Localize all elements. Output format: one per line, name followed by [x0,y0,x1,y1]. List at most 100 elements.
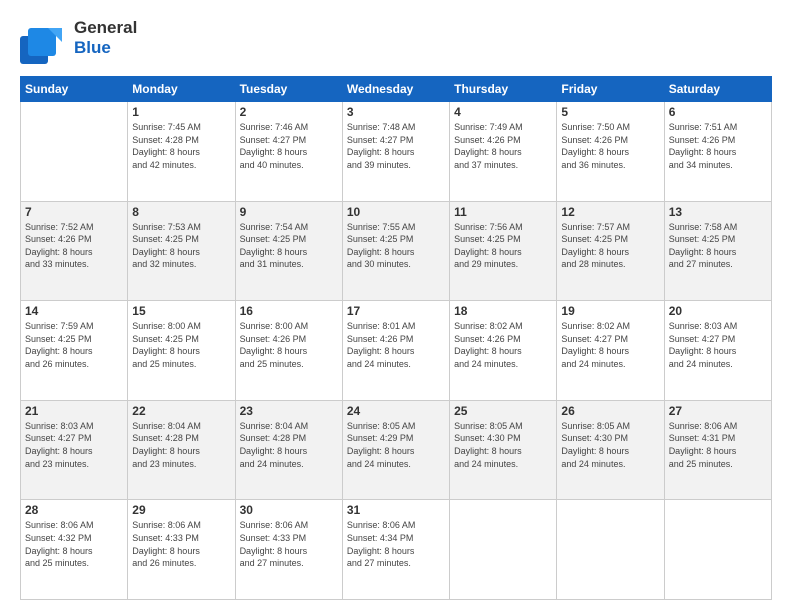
day-info: Sunrise: 8:04 AM Sunset: 4:28 PM Dayligh… [240,420,338,470]
day-info: Sunrise: 8:05 AM Sunset: 4:29 PM Dayligh… [347,420,445,470]
calendar-cell: 31 Sunrise: 8:06 AM Sunset: 4:34 PM Dayli… [342,500,449,600]
calendar-header-friday: Friday [557,77,664,102]
day-number: 30 [240,503,338,517]
calendar-cell: 5 Sunrise: 7:50 AM Sunset: 4:26 PM Daylig… [557,102,664,202]
day-number: 17 [347,304,445,318]
day-info: Sunrise: 7:49 AM Sunset: 4:26 PM Dayligh… [454,121,552,171]
day-info: Sunrise: 8:03 AM Sunset: 4:27 PM Dayligh… [669,320,767,370]
day-info: Sunrise: 8:06 AM Sunset: 4:32 PM Dayligh… [25,519,123,569]
calendar-cell: 30 Sunrise: 8:06 AM Sunset: 4:33 PM Dayli… [235,500,342,600]
logo: General Blue [20,18,137,66]
calendar-cell: 10 Sunrise: 7:55 AM Sunset: 4:25 PM Dayli… [342,201,449,301]
page: General Blue SundayMondayTuesdayWednesda… [0,0,792,612]
calendar-cell: 26 Sunrise: 8:05 AM Sunset: 4:30 PM Dayli… [557,400,664,500]
calendar-header-sunday: Sunday [21,77,128,102]
day-number: 28 [25,503,123,517]
day-number: 25 [454,404,552,418]
calendar-cell: 12 Sunrise: 7:57 AM Sunset: 4:25 PM Dayli… [557,201,664,301]
calendar-cell: 28 Sunrise: 8:06 AM Sunset: 4:32 PM Dayli… [21,500,128,600]
calendar-cell: 6Sunrise: 7:51 AM Sunset: 4:26 PM Daylig… [664,102,771,202]
calendar-row-2: 14Sunrise: 7:59 AM Sunset: 4:25 PM Dayli… [21,301,772,401]
day-number: 16 [240,304,338,318]
day-number: 6 [669,105,767,119]
calendar-cell: 17Sunrise: 8:01 AM Sunset: 4:26 PM Dayli… [342,301,449,401]
day-number: 3 [347,105,445,119]
day-number: 20 [669,304,767,318]
calendar-cell: 9 Sunrise: 7:54 AM Sunset: 4:25 PM Daylig… [235,201,342,301]
calendar-cell [450,500,557,600]
day-number: 5 [561,105,659,119]
day-info: Sunrise: 8:00 AM Sunset: 4:26 PM Dayligh… [240,320,338,370]
day-number: 26 [561,404,659,418]
day-number: 11 [454,205,552,219]
calendar-cell: 3Sunrise: 7:48 AM Sunset: 4:27 PM Daylig… [342,102,449,202]
calendar-cell: 4 Sunrise: 7:49 AM Sunset: 4:26 PM Daylig… [450,102,557,202]
calendar-cell: 16 Sunrise: 8:00 AM Sunset: 4:26 PM Dayli… [235,301,342,401]
day-info: Sunrise: 7:54 AM Sunset: 4:25 PM Dayligh… [240,221,338,271]
day-number: 22 [132,404,230,418]
day-info: Sunrise: 7:55 AM Sunset: 4:25 PM Dayligh… [347,221,445,271]
day-number: 23 [240,404,338,418]
day-number: 12 [561,205,659,219]
calendar-header-row: SundayMondayTuesdayWednesdayThursdayFrid… [21,77,772,102]
day-info: Sunrise: 8:02 AM Sunset: 4:27 PM Dayligh… [561,320,659,370]
day-number: 7 [25,205,123,219]
day-number: 9 [240,205,338,219]
calendar-cell: 25Sunrise: 8:05 AM Sunset: 4:30 PM Dayli… [450,400,557,500]
day-info: Sunrise: 7:58 AM Sunset: 4:25 PM Dayligh… [669,221,767,271]
calendar-cell: 20 Sunrise: 8:03 AM Sunset: 4:27 PM Dayli… [664,301,771,401]
calendar-cell: 14Sunrise: 7:59 AM Sunset: 4:25 PM Dayli… [21,301,128,401]
calendar-cell: 21 Sunrise: 8:03 AM Sunset: 4:27 PM Dayli… [21,400,128,500]
day-info: Sunrise: 8:06 AM Sunset: 4:33 PM Dayligh… [132,519,230,569]
calendar-header-wednesday: Wednesday [342,77,449,102]
calendar-cell: 1 Sunrise: 7:45 AM Sunset: 4:28 PM Daylig… [128,102,235,202]
day-number: 24 [347,404,445,418]
day-info: Sunrise: 7:53 AM Sunset: 4:25 PM Dayligh… [132,221,230,271]
calendar-row-4: 28 Sunrise: 8:06 AM Sunset: 4:32 PM Dayli… [21,500,772,600]
calendar-header-monday: Monday [128,77,235,102]
day-number: 4 [454,105,552,119]
logo-icon [20,18,68,66]
calendar-cell: 13Sunrise: 7:58 AM Sunset: 4:25 PM Dayli… [664,201,771,301]
day-info: Sunrise: 8:02 AM Sunset: 4:26 PM Dayligh… [454,320,552,370]
day-info: Sunrise: 8:00 AM Sunset: 4:25 PM Dayligh… [132,320,230,370]
calendar-cell: 19 Sunrise: 8:02 AM Sunset: 4:27 PM Dayli… [557,301,664,401]
day-number: 10 [347,205,445,219]
calendar-cell: 23 Sunrise: 8:04 AM Sunset: 4:28 PM Dayli… [235,400,342,500]
day-number: 19 [561,304,659,318]
logo-general: General [74,18,137,37]
day-info: Sunrise: 8:05 AM Sunset: 4:30 PM Dayligh… [561,420,659,470]
calendar-header-thursday: Thursday [450,77,557,102]
calendar-cell: 8Sunrise: 7:53 AM Sunset: 4:25 PM Daylig… [128,201,235,301]
day-info: Sunrise: 8:06 AM Sunset: 4:33 PM Dayligh… [240,519,338,569]
calendar-header-tuesday: Tuesday [235,77,342,102]
calendar-cell: 7 Sunrise: 7:52 AM Sunset: 4:26 PM Daylig… [21,201,128,301]
calendar-row-3: 21 Sunrise: 8:03 AM Sunset: 4:27 PM Dayli… [21,400,772,500]
day-info: Sunrise: 8:04 AM Sunset: 4:28 PM Dayligh… [132,420,230,470]
calendar-cell: 11Sunrise: 7:56 AM Sunset: 4:25 PM Dayli… [450,201,557,301]
calendar-row-1: 7 Sunrise: 7:52 AM Sunset: 4:26 PM Daylig… [21,201,772,301]
day-number: 2 [240,105,338,119]
day-info: Sunrise: 7:57 AM Sunset: 4:25 PM Dayligh… [561,221,659,271]
day-number: 29 [132,503,230,517]
day-number: 18 [454,304,552,318]
day-info: Sunrise: 7:46 AM Sunset: 4:27 PM Dayligh… [240,121,338,171]
day-number: 21 [25,404,123,418]
calendar-cell [21,102,128,202]
day-info: Sunrise: 7:45 AM Sunset: 4:28 PM Dayligh… [132,121,230,171]
day-number: 31 [347,503,445,517]
calendar-cell: 2 Sunrise: 7:46 AM Sunset: 4:27 PM Daylig… [235,102,342,202]
calendar-cell: 15Sunrise: 8:00 AM Sunset: 4:25 PM Dayli… [128,301,235,401]
day-number: 14 [25,304,123,318]
calendar-row-0: 1 Sunrise: 7:45 AM Sunset: 4:28 PM Daylig… [21,102,772,202]
day-info: Sunrise: 7:52 AM Sunset: 4:26 PM Dayligh… [25,221,123,271]
day-number: 1 [132,105,230,119]
calendar-cell [557,500,664,600]
day-info: Sunrise: 8:06 AM Sunset: 4:34 PM Dayligh… [347,519,445,569]
calendar-cell: 29 Sunrise: 8:06 AM Sunset: 4:33 PM Dayli… [128,500,235,600]
calendar-table: SundayMondayTuesdayWednesdayThursdayFrid… [20,76,772,600]
calendar-cell: 22 Sunrise: 8:04 AM Sunset: 4:28 PM Dayli… [128,400,235,500]
day-info: Sunrise: 7:50 AM Sunset: 4:26 PM Dayligh… [561,121,659,171]
day-number: 27 [669,404,767,418]
day-info: Sunrise: 8:03 AM Sunset: 4:27 PM Dayligh… [25,420,123,470]
